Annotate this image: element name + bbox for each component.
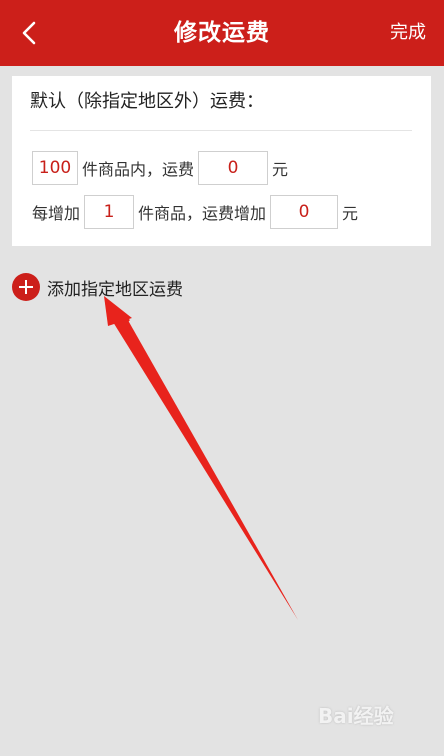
currency-unit: 元 <box>342 204 359 223</box>
base-rule-row: 件商品内，运费 元 <box>32 150 292 186</box>
increment-rule-row: 每增加 件商品，运费增加 元 <box>32 194 362 230</box>
base-rule-text: 件商品内，运费 <box>82 160 195 179</box>
app-header: 修改运费 完成 <box>0 0 444 66</box>
increment-count-input[interactable] <box>84 195 135 229</box>
increment-prefix: 每增加 <box>32 204 81 223</box>
done-button[interactable]: 完成 <box>390 0 426 66</box>
currency-unit: 元 <box>272 160 289 179</box>
watermark-text: Bai经验 <box>318 704 394 728</box>
increment-fee-input[interactable] <box>270 195 339 229</box>
item-count-input[interactable] <box>32 151 78 185</box>
add-region-fee-button[interactable]: 添加指定地区运费 <box>12 272 183 302</box>
default-rule-heading: 默认（除指定地区外）运费： <box>30 91 264 112</box>
baidu-watermark: Bai经验 <box>318 700 394 729</box>
add-region-fee-label: 添加指定地区运费 <box>47 279 183 300</box>
increment-rule-text: 件商品，运费增加 <box>138 204 267 223</box>
default-shipping-card: 默认（除指定地区外）运费： 件商品内，运费 元 每增加 件商品，运费增加 元 <box>12 76 431 246</box>
base-fee-input[interactable] <box>198 151 269 185</box>
plus-circle-icon <box>12 273 40 301</box>
divider <box>30 130 412 131</box>
page-title: 修改运费 <box>174 20 270 46</box>
